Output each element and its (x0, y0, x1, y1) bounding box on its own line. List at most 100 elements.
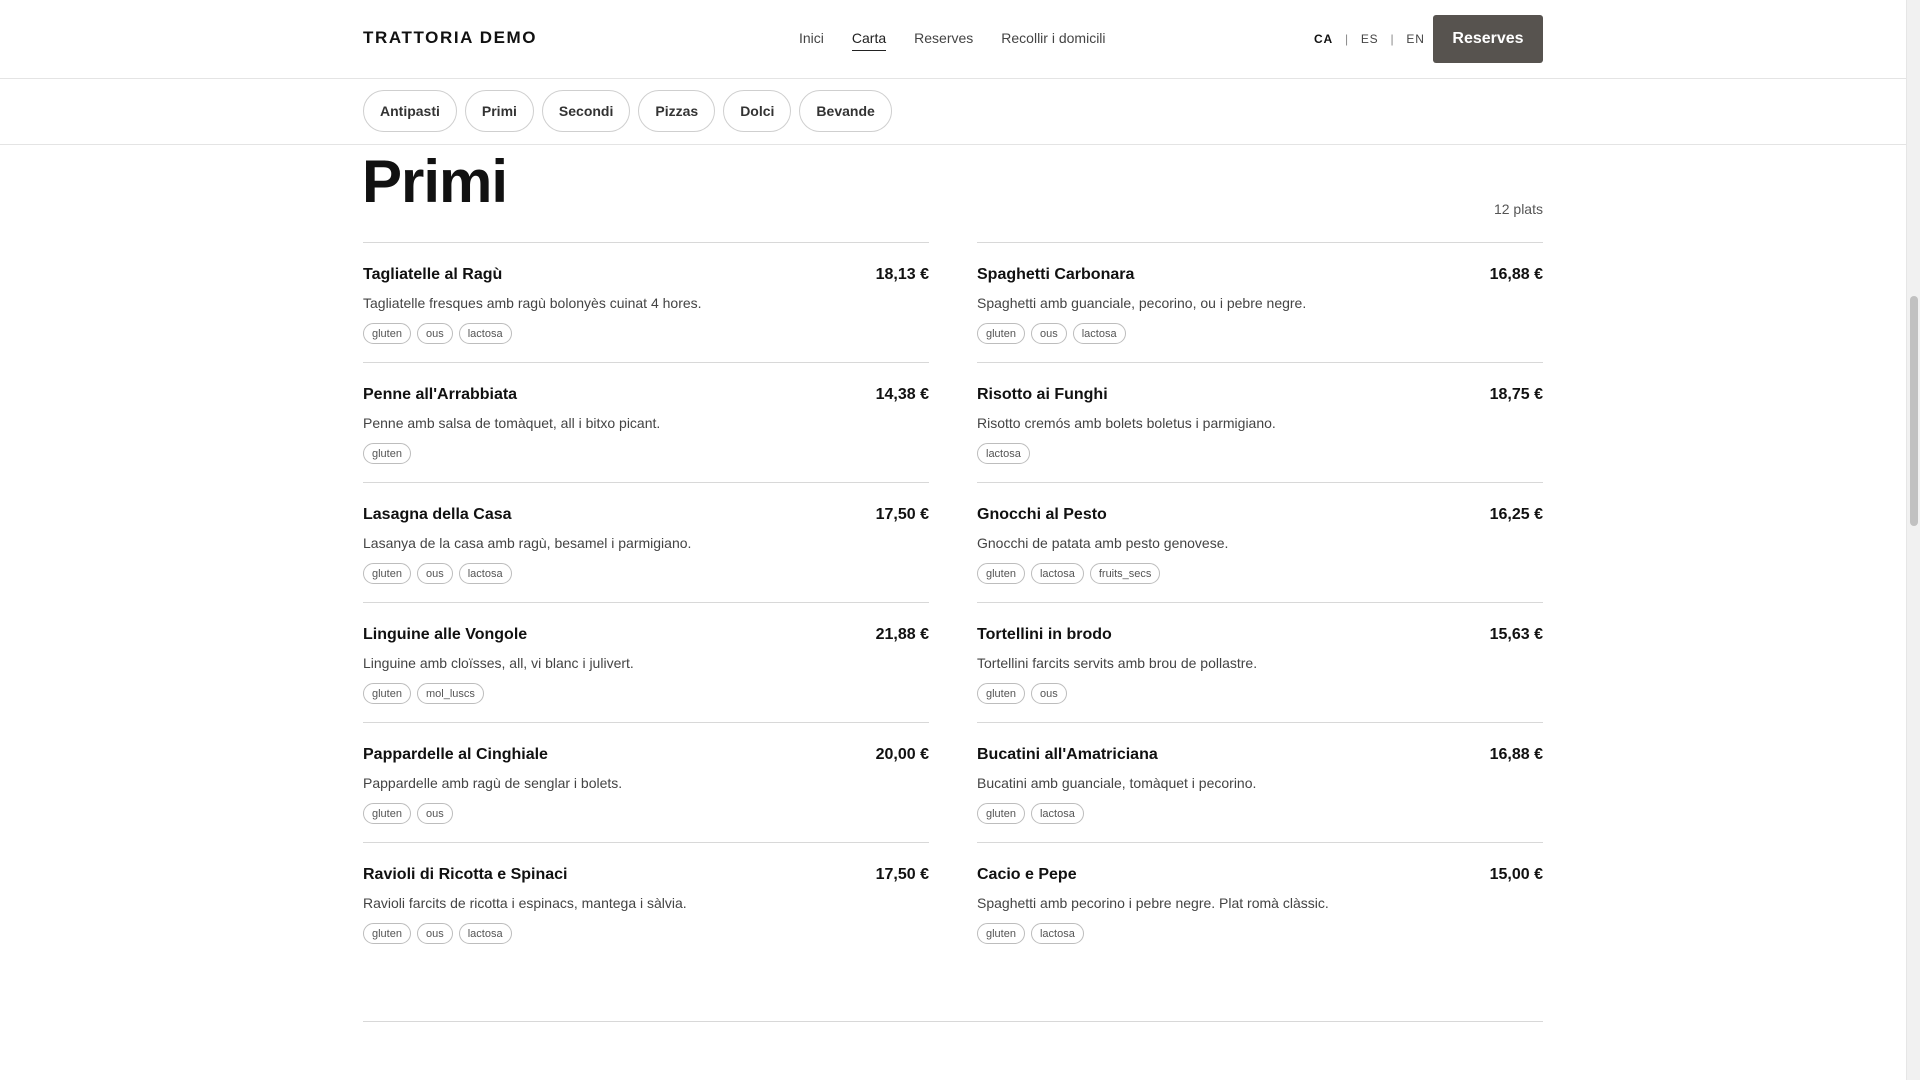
dish-price: 16,25 € (1489, 506, 1543, 523)
dish-item: Cacio e Pepe 15,00 € Spaghetti amb pecorin… (977, 842, 1543, 962)
allergen-tag: lactosa (977, 443, 1030, 464)
dish-description: Tagliatelle fresques amb ragù bolonyès c… (363, 295, 702, 311)
dish-name: Linguine alle Vongole (363, 626, 528, 643)
allergen-tag: lactosa (1030, 923, 1084, 944)
allergen-tag: ous (1030, 683, 1067, 704)
allergen-tags: lactosa (977, 443, 1030, 464)
dish-description: Spaghetti amb guanciale, pecorino, ou i … (977, 295, 1307, 311)
nav-link-reserves[interactable]: Reserves (914, 30, 973, 51)
dish-price: 18,75 € (1489, 386, 1543, 403)
lang-en[interactable]: EN (1406, 32, 1424, 46)
dish-name: Risotto ai Funghi (977, 386, 1108, 403)
allergen-tag: gluten (363, 683, 411, 704)
dish-item: Risotto ai Funghi 18,75 € Risotto cremós a… (977, 362, 1543, 482)
lang-es[interactable]: ES (1361, 32, 1379, 46)
allergen-tags: gluten ous lactosa (977, 323, 1126, 344)
allergen-tag: mol_luscs (416, 683, 484, 704)
dish-name: Pappardelle al Cinghiale (363, 746, 548, 763)
brand-logo[interactable]: TRATTORIA DEMO (363, 28, 537, 48)
allergen-tag: ous (1030, 323, 1067, 344)
dish-name: Tagliatelle al Ragù (363, 266, 503, 283)
category-chip-pizzas[interactable]: Pizzas (638, 90, 716, 132)
allergen-tag: lactosa (458, 923, 512, 944)
dish-price: 21,88 € (875, 626, 929, 643)
category-bar: Antipasti Primi Secondi Pizzas Dolci Bev… (0, 79, 1906, 145)
dish-count: 12 plats (1493, 201, 1543, 217)
dish-grid: Tagliatelle al Ragù 18,13 € Tagliatelle fr… (363, 242, 1543, 962)
dish-name: Ravioli di Ricotta e Spinaci (363, 866, 568, 883)
dish-name: Tortellini in brodo (977, 626, 1112, 643)
dish-item: Linguine alle Vongole 21,88 € Linguine amb… (363, 602, 929, 722)
dish-description: Spaghetti amb pecorino i pebre negre. Pl… (977, 895, 1329, 911)
category-chip-dolci[interactable]: Dolci (723, 90, 792, 132)
allergen-tag: ous (416, 803, 453, 824)
dish-price: 16,88 € (1489, 746, 1543, 763)
allergen-tags: gluten (363, 443, 411, 464)
main-nav: Inici Carta Reserves Recollir i domicili (799, 30, 1106, 51)
nav-link-recollir[interactable]: Recollir i domicili (1001, 30, 1105, 51)
allergen-tag: gluten (363, 803, 411, 824)
dish-description: Lasanya de la casa amb ragù, besamel i p… (363, 535, 692, 551)
dish-item: Pappardelle al Cinghiale 20,00 € Pappardel… (363, 722, 929, 842)
category-chip-secondi[interactable]: Secondi (541, 90, 631, 132)
page: TRATTORIA DEMO Inici Carta Reserves Reco… (0, 0, 1920, 1080)
dish-name: Gnocchi al Pesto (977, 506, 1107, 523)
site-header: TRATTORIA DEMO Inici Carta Reserves Reco… (0, 0, 1906, 79)
allergen-tag: ous (416, 323, 453, 344)
dish-description: Risotto cremós amb bolets boletus i parm… (977, 415, 1276, 431)
allergen-tags: gluten ous (363, 803, 453, 824)
allergen-tag: lactosa (1072, 323, 1126, 344)
dish-item: Tagliatelle al Ragù 18,13 € Tagliatelle fr… (363, 242, 929, 362)
dish-description: Linguine amb cloïsses, all, vi blanc i j… (363, 655, 634, 671)
allergen-tags: gluten lactosa fruits_secs (977, 563, 1161, 584)
dish-item: Lasagna della Casa 17,50 € Lasanya de la c… (363, 482, 929, 602)
allergen-tag: fruits_secs (1089, 563, 1161, 584)
allergen-tag: gluten (363, 443, 411, 464)
dish-price: 14,38 € (875, 386, 929, 403)
dish-name: Penne all'Arrabbiata (363, 386, 518, 403)
allergen-tags: gluten ous lactosa (363, 323, 512, 344)
dish-item: Gnocchi al Pesto 16,25 € Gnocchi de patata… (977, 482, 1543, 602)
allergen-tag: ous (416, 923, 453, 944)
allergen-tag: lactosa (458, 323, 512, 344)
dish-item: Ravioli di Ricotta e Spinaci 17,50 € Ravio… (363, 842, 929, 962)
allergen-tag: gluten (363, 323, 411, 344)
nav-link-inici[interactable]: Inici (799, 30, 824, 51)
section-title: Primi (362, 148, 508, 215)
allergen-tags: gluten ous lactosa (363, 923, 512, 944)
dish-description: Pappardelle amb ragù de senglar i bolets… (363, 775, 623, 791)
lang-separator: | (1344, 32, 1349, 46)
lang-ca[interactable]: CA (1314, 32, 1333, 46)
allergen-tag: lactosa (458, 563, 512, 584)
dish-description: Gnocchi de patata amb pesto genovese. (977, 535, 1229, 551)
language-switcher: CA | ES | EN (1314, 32, 1425, 46)
allergen-tags: gluten lactosa (977, 923, 1084, 944)
category-chip-antipasti[interactable]: Antipasti (363, 90, 457, 132)
category-chip-bevande[interactable]: Bevande (799, 90, 892, 132)
dish-name: Spaghetti Carbonara (977, 266, 1135, 283)
dish-price: 15,00 € (1489, 866, 1543, 883)
allergen-tag: lactosa (1030, 803, 1084, 824)
dish-price: 18,13 € (875, 266, 929, 283)
allergen-tags: gluten ous lactosa (363, 563, 512, 584)
allergen-tag: ous (416, 563, 453, 584)
allergen-tag: gluten (977, 323, 1025, 344)
dish-price: 15,63 € (1489, 626, 1543, 643)
dish-name: Cacio e Pepe (977, 866, 1077, 883)
dish-item: Bucatini all'Amatriciana 16,88 € Bucatini … (977, 722, 1543, 842)
dish-description: Bucatini amb guanciale, tomàquet i pecor… (977, 775, 1257, 791)
category-chip-primi[interactable]: Primi (464, 90, 534, 132)
scrollbar[interactable] (1906, 0, 1920, 1080)
allergen-tag: gluten (977, 923, 1025, 944)
dish-name: Lasagna della Casa (363, 506, 512, 523)
reserve-button[interactable]: Reserves (1433, 15, 1543, 63)
allergen-tags: gluten mol_luscs (363, 683, 484, 704)
dish-price: 16,88 € (1489, 266, 1543, 283)
allergen-tags: gluten lactosa (977, 803, 1084, 824)
nav-link-carta[interactable]: Carta (851, 30, 887, 51)
allergen-tag: gluten (363, 923, 411, 944)
dish-price: 20,00 € (875, 746, 929, 763)
scrollbar-thumb[interactable] (1910, 296, 1918, 526)
dish-price: 17,50 € (875, 506, 929, 523)
category-chips: Antipasti Primi Secondi Pizzas Dolci Bev… (363, 90, 892, 132)
